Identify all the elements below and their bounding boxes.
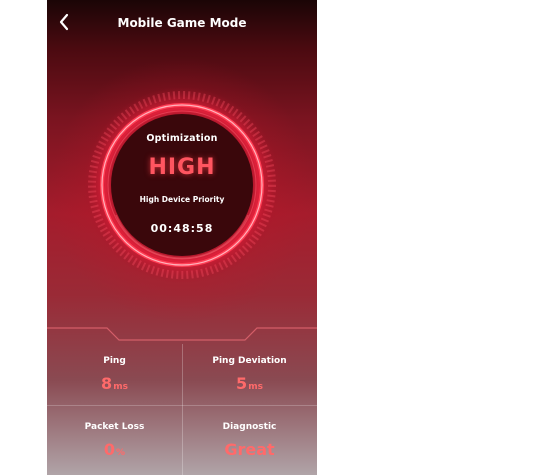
ping-deviation-stat: Ping Deviation 5ms: [182, 356, 317, 393]
diagnostic-result: Great: [224, 440, 275, 459]
page-title: Mobile Game Mode: [117, 16, 247, 30]
session-timer: 00:48:58: [150, 222, 214, 235]
diagnostic-value: Great: [182, 440, 317, 459]
optimization-gauge: Optimization HIGH High Device Priority 0…: [82, 85, 282, 285]
optimization-level: HIGH: [148, 155, 216, 180]
ping-deviation-label: Ping Deviation: [212, 356, 287, 366]
diagnostic-label: Diagnostic: [222, 422, 277, 432]
packet-loss-stat: Packet Loss 0%: [47, 422, 182, 459]
panel-top-border: [47, 327, 317, 341]
ping-value: 8ms: [47, 374, 182, 393]
packet-loss-number: 0: [103, 440, 116, 459]
gauge-ring: [84, 87, 280, 283]
ping-deviation-unit: ms: [248, 382, 263, 392]
panel-divider-horizontal: [47, 405, 317, 406]
game-mode-screen: Mobile Game Mode Optimization HIGH High …: [47, 0, 317, 475]
ping-unit: ms: [113, 382, 128, 392]
app-header: Mobile Game Mode: [47, 0, 317, 46]
priority-label: High Device Priority: [139, 195, 225, 204]
optimization-label: Optimization: [146, 133, 218, 144]
ping-number: 8: [101, 374, 113, 393]
packet-loss-label: Packet Loss: [84, 422, 145, 432]
ping-deviation-value: 5ms: [182, 374, 317, 393]
packet-loss-value: 0%: [47, 440, 182, 459]
ping-deviation-number: 5: [236, 374, 248, 393]
ping-label: Ping: [103, 356, 126, 366]
packet-loss-unit: %: [116, 448, 126, 458]
stats-panel: Ping 8ms Ping Deviation 5ms Packet Loss …: [47, 322, 317, 475]
ping-stat: Ping 8ms: [47, 356, 182, 393]
diagnostic-stat: Diagnostic Great: [182, 422, 317, 459]
